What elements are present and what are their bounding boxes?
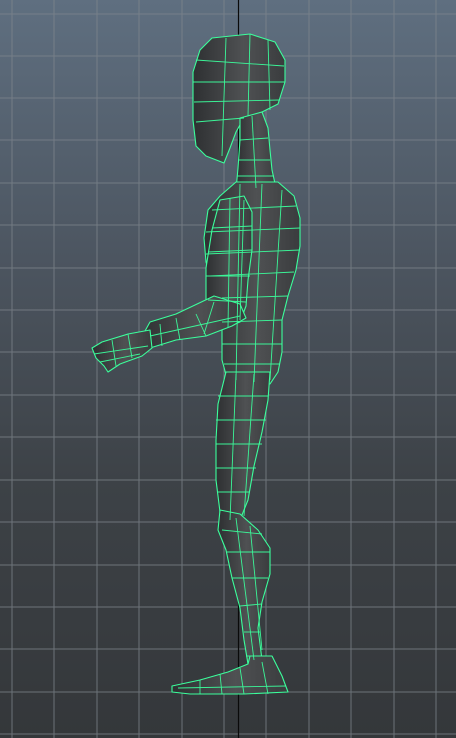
head-mesh[interactable] <box>192 33 286 164</box>
maya-side-viewport[interactable] <box>0 0 456 738</box>
neck-mesh[interactable] <box>235 111 277 191</box>
hand-mesh[interactable] <box>91 329 153 373</box>
character-model[interactable] <box>0 0 456 738</box>
foot-mesh[interactable] <box>171 655 289 695</box>
calf-mesh[interactable] <box>217 509 271 665</box>
leg-mesh[interactable] <box>215 371 271 523</box>
